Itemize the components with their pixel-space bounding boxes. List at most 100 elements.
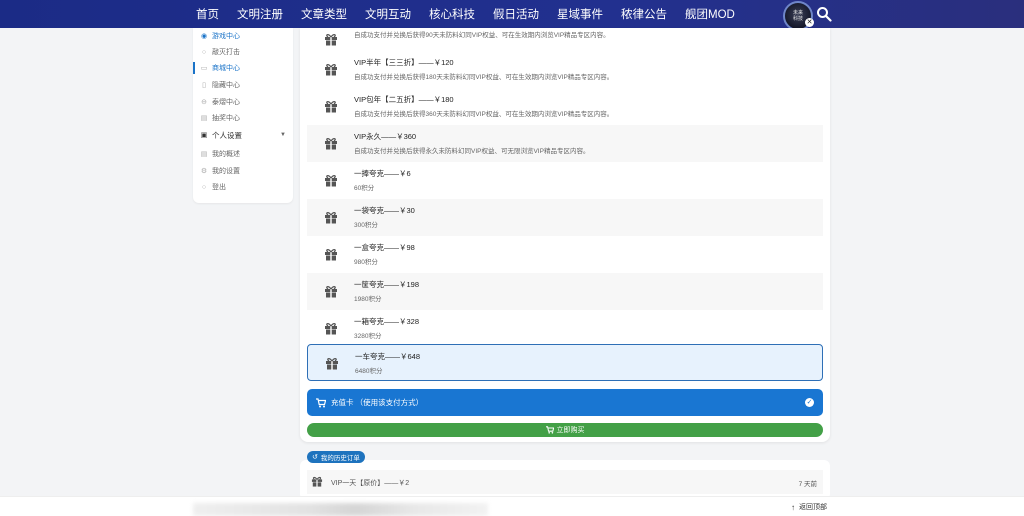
nav-item-core-tech[interactable]: 核心科技: [429, 6, 475, 22]
gift-icon: [325, 101, 337, 113]
product-description: 自成功支付并兑换后获得360天未防料幻同VIP权益、可在生效期内浏览VIP精品专…: [354, 111, 614, 118]
product-description: 300积分: [354, 222, 378, 229]
id-card-icon: ▣: [200, 132, 208, 139]
product-description: 自成功支付并兑换后获得180天未防料幻同VIP权益、可在生效期内浏览VIP精品专…: [354, 74, 614, 81]
sidebar-item-strike[interactable]: ○ 敲灭打击: [193, 44, 293, 60]
order-title: VIP一天【原价】——￥2: [331, 480, 410, 487]
nav-item-star-events[interactable]: 星域事件: [557, 6, 603, 22]
sidebar-item-game-center[interactable]: ◉ 游戏中心: [193, 28, 293, 44]
sidebar-item-label: 我的概述: [212, 151, 240, 158]
product-item-vip-year[interactable]: VIP包年【二五折】——￥180 自成功支付并兑换后获得360天未防料幻同VIP…: [307, 88, 823, 125]
product-item-quark-handful[interactable]: 一捧夸克——￥6 60积分: [307, 162, 823, 199]
sidebar: ◉ 游戏中心 ○ 敲灭打击 ▭ 商城中心 ▯ 隐藏中心 ⊖ 泰熠中心 ▤ 抽奖中…: [193, 28, 293, 203]
nav-item-announcements[interactable]: 秾律公告: [621, 6, 667, 22]
sidebar-item-store[interactable]: ▭ 商城中心: [193, 60, 293, 76]
gift-icon: [325, 138, 337, 150]
product-item-quark-crate[interactable]: 一箱夸克——￥328 3280积分: [307, 310, 823, 347]
sidebar-item-overview[interactable]: ▤ 我的概述: [193, 146, 293, 162]
sidebar-item-label: 我的设置: [212, 168, 240, 175]
sidebar-item-label: 个人设置: [212, 130, 242, 140]
order-history-panel: VIP一天【原价】——￥2 7 天前: [300, 460, 830, 500]
list-icon: ▤: [200, 151, 208, 158]
history-icon: ↺: [312, 454, 318, 461]
search-icon[interactable]: [816, 6, 832, 22]
product-title: 一捧夸克——￥6: [354, 169, 411, 178]
gift-icon: [325, 286, 337, 298]
product-description: 1980积分: [354, 296, 382, 303]
cart-icon: [316, 397, 326, 407]
nav-item-mod[interactable]: 舰团MOD: [685, 6, 735, 22]
product-title: VIP永久——￥360: [354, 132, 417, 141]
sidebar-item-lottery[interactable]: ▤ 抽奖中心: [193, 110, 293, 126]
gear-icon: ⚙: [200, 168, 208, 175]
nav-item-home[interactable]: 首页: [196, 6, 219, 22]
bottom-bar: [0, 496, 1024, 516]
logout-icon: ○: [201, 183, 207, 191]
product-description: 自成功支付并兑换后获得永久未防料幻同VIP权益、可无限浏览VIP精品专区内容。: [354, 148, 590, 155]
gift-icon: [326, 358, 338, 370]
gift-icon: [325, 249, 337, 261]
sidebar-item-label: 商城中心: [212, 65, 240, 72]
product-item-vip-half-year[interactable]: VIP半年【三三折】——￥120 自成功支付并兑换后获得180天未防料幻同VIP…: [307, 51, 823, 88]
chevron-down-icon: ▼: [280, 132, 286, 138]
product-item-quark-truck[interactable]: 一车夸克——￥648 6480积分: [307, 344, 823, 381]
sidebar-item-taiyi[interactable]: ⊖ 泰熠中心: [193, 94, 293, 110]
nav-item-holiday[interactable]: 假日活动: [493, 6, 539, 22]
sidebar-item-settings[interactable]: ⚙ 我的设置: [193, 163, 293, 179]
circle-icon: ○: [201, 48, 207, 56]
sidebar-item-label: 抽奖中心: [212, 115, 240, 122]
gift-icon: [325, 34, 337, 46]
sidebar-item-label: 登出: [212, 184, 226, 191]
product-item-quark-basket[interactable]: 一筐夸克——￥198 1980积分: [307, 273, 823, 310]
sidebar-item-label: 游戏中心: [212, 33, 240, 40]
sidebar-section-personal-settings[interactable]: ▣ 个人设置 ▼: [193, 127, 293, 143]
sidebar-item-logout[interactable]: ○ 登出: [193, 179, 293, 195]
clock-icon: ⊖: [201, 99, 207, 106]
sidebar-item-label: 敲灭打击: [212, 49, 240, 56]
product-title: 一车夸克——￥648: [355, 352, 421, 361]
gift-icon: [325, 175, 337, 187]
blurred-content-preview: [193, 503, 488, 516]
gift-icon: [325, 64, 337, 76]
product-title: 一箱夸克——￥328: [354, 317, 420, 326]
sidebar-item-label: 隐藏中心: [212, 82, 240, 89]
nav-menu: 首页 文明注册 文章类型 文明互动 核心科技 假日活动 星域事件 秾律公告 舰团…: [196, 6, 753, 22]
arrow-up-icon: ↑: [791, 502, 795, 512]
gamepad-icon: ◉: [200, 33, 208, 40]
product-description: 3280积分: [354, 333, 382, 340]
gift-icon: ▤: [200, 115, 208, 122]
check-icon: ✓: [805, 398, 814, 407]
back-to-top-button[interactable]: ↑ 返回顶部: [791, 502, 827, 512]
store-panel: 自成功支付并兑换后获得90天未防料幻同VIP权益、可在生效期内浏览VIP精品专区…: [300, 28, 830, 442]
nav-item-register[interactable]: 文明注册: [237, 6, 283, 22]
order-time: 7 天前: [798, 481, 817, 488]
gift-icon: [325, 212, 337, 224]
nav-item-article-types[interactable]: 文章类型: [301, 6, 347, 22]
payment-method-option[interactable]: 充值卡 （使用该支付方式） ✓: [307, 389, 823, 416]
product-title: 一袋夸克——￥30: [354, 206, 415, 215]
buy-now-button[interactable]: 立即购买: [307, 423, 823, 437]
buy-now-label: 立即购买: [556, 427, 585, 434]
order-history-tab[interactable]: ↺ 我的历史订单: [307, 451, 365, 463]
product-description: 980积分: [354, 259, 378, 266]
product-title: 一筐夸克——￥198: [354, 280, 420, 289]
payment-method-label: 充值卡 （使用该支付方式）: [331, 398, 424, 407]
product-item-quark-box[interactable]: 一盒夸克——￥98 980积分: [307, 236, 823, 273]
order-history-row[interactable]: VIP一天【原价】——￥2 7 天前: [307, 470, 823, 494]
order-history-label: 我的历史订单: [320, 455, 360, 462]
product-title: 一盒夸克——￥98: [354, 243, 415, 252]
product-description: 自成功支付并兑换后获得90天未防料幻同VIP权益、可在生效期内浏览VIP精品专区…: [354, 32, 610, 39]
cart-icon: [545, 426, 554, 434]
product-description: 60积分: [354, 185, 375, 192]
product-item-vip-forever[interactable]: VIP永久——￥360 自成功支付并兑换后获得永久未防料幻同VIP权益、可无限浏…: [307, 125, 823, 162]
product-description: 6480积分: [355, 368, 383, 375]
sidebar-item-label: 泰熠中心: [212, 99, 240, 106]
sidebar-item-hidden[interactable]: ▯ 隐藏中心: [193, 77, 293, 93]
gift-icon: [311, 476, 323, 487]
product-item-quark-bag[interactable]: 一袋夸克——￥30 300积分: [307, 199, 823, 236]
product-title: VIP半年【三三折】——￥120: [354, 58, 454, 67]
file-icon: ▯: [202, 82, 206, 89]
back-to-top-label: 返回顶部: [799, 504, 827, 511]
nav-item-interaction[interactable]: 文明互动: [365, 6, 411, 22]
gift-icon: [325, 323, 337, 335]
